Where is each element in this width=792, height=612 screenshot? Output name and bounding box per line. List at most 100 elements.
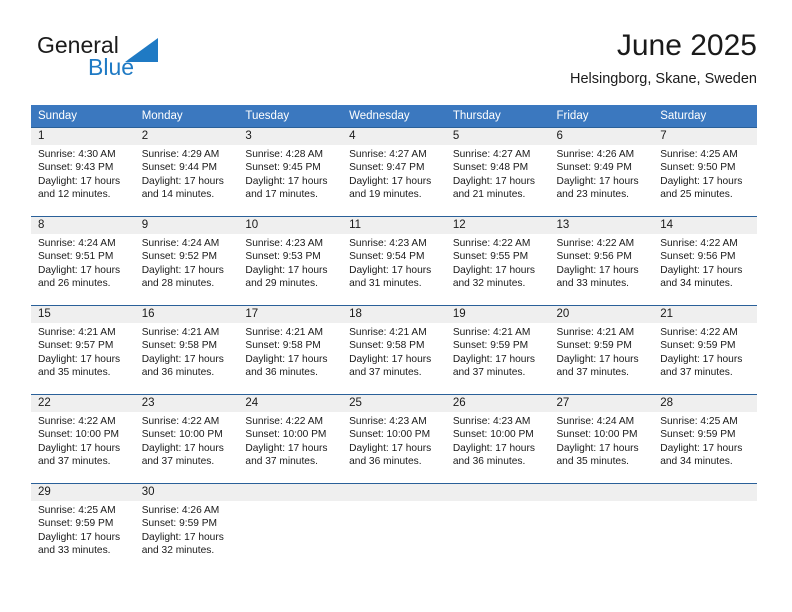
calendar-cell: 2 Sunrise: 4:29 AM Sunset: 9:44 PM Daylight… <box>134 127 239 216</box>
daylight-text: Daylight: 17 hours and 33 minutes. <box>38 531 121 556</box>
day-cell[interactable]: 6 Sunrise: 4:26 AM Sunset: 9:49 PM Daylight… <box>549 127 654 216</box>
day-cell[interactable]: 20 Sunrise: 4:21 AM Sunset: 9:59 PM Dayligh… <box>549 305 654 394</box>
day-cell[interactable]: 16 Sunrise: 4:21 AM Sunset: 9:58 PM Dayligh… <box>134 305 239 394</box>
day-cell[interactable]: 1 Sunrise: 4:30 AM Sunset: 9:43 PM Daylight… <box>31 127 135 216</box>
sunset-text: Sunset: 9:59 PM <box>38 518 114 530</box>
day-number: 23 <box>134 395 239 412</box>
sunset-text: Sunset: 10:00 PM <box>452 429 534 441</box>
calendar-cell: 9 Sunrise: 4:24 AM Sunset: 9:52 PM Daylight… <box>134 216 239 305</box>
sunrise-text: Sunrise: 4:29 AM <box>141 149 220 160</box>
day-number <box>342 484 446 501</box>
calendar-cell: 1 Sunrise: 4:30 AM Sunset: 9:43 PM Daylight… <box>31 127 135 216</box>
day-cell[interactable]: 13 Sunrise: 4:22 AM Sunset: 9:56 PM Dayligh… <box>549 216 654 305</box>
calendar-cell: 29 Sunrise: 4:25 AM Sunset: 9:59 PM Dayligh… <box>31 483 135 572</box>
day-cell[interactable]: 15 Sunrise: 4:21 AM Sunset: 9:57 PM Dayligh… <box>31 305 135 394</box>
day-cell[interactable]: 10 Sunrise: 4:23 AM Sunset: 9:53 PM Dayligh… <box>238 216 343 305</box>
day-cell[interactable]: 4 Sunrise: 4:27 AM Sunset: 9:47 PM Daylight… <box>342 127 446 216</box>
day-number: 19 <box>445 306 550 323</box>
sunset-text: Sunset: 9:59 PM <box>452 340 529 352</box>
calendar-cell: 14 Sunrise: 4:22 AM Sunset: 9:56 PM Dayligh… <box>653 216 757 305</box>
day-details: Sunrise: 4:22 AM Sunset: 9:56 PM Daylight:… <box>550 234 654 290</box>
day-details: Sunrise: 4:22 AM Sunset: 9:55 PM Daylight:… <box>446 234 550 290</box>
calendar-header-row: Sunday Monday Tuesday Wednesday Thursday… <box>31 105 757 127</box>
day-details: Sunrise: 4:23 AM Sunset: 10:00 PM Daylight… <box>342 412 446 468</box>
sunset-text: Sunset: 9:43 PM <box>38 162 114 174</box>
day-number: 2 <box>134 128 239 145</box>
day-number: 27 <box>549 395 654 412</box>
sunset-text: Sunset: 9:58 PM <box>245 340 321 352</box>
day-cell[interactable]: 18 Sunrise: 4:21 AM Sunset: 9:58 PM Dayligh… <box>342 305 446 394</box>
day-number: 26 <box>445 395 550 412</box>
calendar-cell: 30 Sunrise: 4:26 AM Sunset: 9:59 PM Dayligh… <box>134 483 239 572</box>
day-cell[interactable]: 9 Sunrise: 4:24 AM Sunset: 9:52 PM Daylight… <box>134 216 239 305</box>
day-cell[interactable]: 27 Sunrise: 4:24 AM Sunset: 10:00 PM Daylig… <box>549 394 654 483</box>
day-details: Sunrise: 4:21 AM Sunset: 9:58 PM Daylight:… <box>342 323 446 379</box>
day-number: 7 <box>653 128 757 145</box>
weekday-header-sunday: Sunday <box>31 105 135 127</box>
day-number: 13 <box>549 217 654 234</box>
day-cell-empty <box>238 483 343 572</box>
day-details: Sunrise: 4:22 AM Sunset: 9:59 PM Daylight:… <box>653 323 757 379</box>
daylight-text: Daylight: 17 hours and 35 minutes. <box>38 353 121 378</box>
day-cell-empty <box>549 483 654 572</box>
day-cell[interactable]: 25 Sunrise: 4:23 AM Sunset: 10:00 PM Daylig… <box>342 394 446 483</box>
calendar-body: 1 Sunrise: 4:30 AM Sunset: 9:43 PM Daylight… <box>31 127 757 572</box>
day-number <box>653 484 757 501</box>
sunset-text: Sunset: 9:53 PM <box>245 251 321 263</box>
day-cell[interactable]: 29 Sunrise: 4:25 AM Sunset: 9:59 PM Dayligh… <box>31 483 135 572</box>
sunrise-text: Sunrise: 4:26 AM <box>556 149 635 160</box>
day-cell[interactable]: 8 Sunrise: 4:24 AM Sunset: 9:51 PM Daylight… <box>31 216 135 305</box>
day-number: 4 <box>342 128 446 145</box>
day-number: 9 <box>134 217 239 234</box>
day-number: 6 <box>549 128 654 145</box>
sunset-text: Sunset: 9:59 PM <box>660 429 736 441</box>
sunrise-text: Sunrise: 4:23 AM <box>349 416 427 427</box>
day-details: Sunrise: 4:21 AM Sunset: 9:58 PM Daylight:… <box>238 323 342 379</box>
day-cell[interactable]: 3 Sunrise: 4:28 AM Sunset: 9:45 PM Daylight… <box>238 127 343 216</box>
day-cell[interactable]: 28 Sunrise: 4:25 AM Sunset: 9:59 PM Dayligh… <box>653 394 757 483</box>
daylight-text: Daylight: 17 hours and 26 minutes. <box>38 264 121 289</box>
sunset-text: Sunset: 9:55 PM <box>452 251 529 263</box>
daylight-text: Daylight: 17 hours and 21 minutes. <box>452 175 535 200</box>
day-cell[interactable]: 24 Sunrise: 4:22 AM Sunset: 10:00 PM Daylig… <box>238 394 343 483</box>
brand-logo[interactable]: General Blue <box>31 28 261 92</box>
day-number: 20 <box>549 306 654 323</box>
daylight-text: Daylight: 17 hours and 19 minutes. <box>349 175 432 200</box>
day-cell[interactable]: 22 Sunrise: 4:22 AM Sunset: 10:00 PM Daylig… <box>31 394 135 483</box>
sunset-text: Sunset: 9:48 PM <box>452 162 529 174</box>
sunrise-text: Sunrise: 4:22 AM <box>245 416 323 427</box>
day-cell[interactable]: 5 Sunrise: 4:27 AM Sunset: 9:48 PM Daylight… <box>445 127 550 216</box>
daylight-text: Daylight: 17 hours and 37 minutes. <box>349 353 432 378</box>
calendar-cell <box>653 483 757 572</box>
day-details: Sunrise: 4:24 AM Sunset: 10:00 PM Daylight… <box>550 412 654 468</box>
calendar-cell: 13 Sunrise: 4:22 AM Sunset: 9:56 PM Dayligh… <box>549 216 654 305</box>
day-number: 11 <box>342 217 446 234</box>
day-cell[interactable]: 17 Sunrise: 4:21 AM Sunset: 9:58 PM Dayligh… <box>238 305 343 394</box>
day-number: 24 <box>238 395 343 412</box>
sunrise-text: Sunrise: 4:25 AM <box>660 416 738 427</box>
day-cell[interactable]: 2 Sunrise: 4:29 AM Sunset: 9:44 PM Daylight… <box>134 127 239 216</box>
day-cell[interactable]: 21 Sunrise: 4:22 AM Sunset: 9:59 PM Dayligh… <box>653 305 757 394</box>
calendar-cell <box>342 483 446 572</box>
location-subtitle: Helsingborg, Skane, Sweden <box>569 71 757 87</box>
calendar-week-row: 15 Sunrise: 4:21 AM Sunset: 9:57 PM Dayligh… <box>31 305 757 394</box>
calendar-cell: 20 Sunrise: 4:21 AM Sunset: 9:59 PM Dayligh… <box>549 305 654 394</box>
day-cell[interactable]: 19 Sunrise: 4:21 AM Sunset: 9:59 PM Dayligh… <box>445 305 550 394</box>
day-cell[interactable]: 30 Sunrise: 4:26 AM Sunset: 9:59 PM Dayligh… <box>134 483 239 572</box>
day-cell[interactable]: 7 Sunrise: 4:25 AM Sunset: 9:50 PM Daylight… <box>653 127 757 216</box>
day-cell[interactable]: 12 Sunrise: 4:22 AM Sunset: 9:55 PM Dayligh… <box>445 216 550 305</box>
sunset-text: Sunset: 10:00 PM <box>556 429 638 441</box>
day-cell[interactable]: 14 Sunrise: 4:22 AM Sunset: 9:56 PM Dayligh… <box>653 216 757 305</box>
sunset-text: Sunset: 9:49 PM <box>556 162 632 174</box>
sunrise-text: Sunrise: 4:22 AM <box>556 238 635 249</box>
sunset-text: Sunset: 9:59 PM <box>660 340 736 352</box>
sunrise-text: Sunrise: 4:25 AM <box>38 505 116 516</box>
day-cell[interactable]: 26 Sunrise: 4:23 AM Sunset: 10:00 PM Daylig… <box>445 394 550 483</box>
day-cell[interactable]: 23 Sunrise: 4:22 AM Sunset: 10:00 PM Daylig… <box>134 394 239 483</box>
sunset-text: Sunset: 9:44 PM <box>141 162 218 174</box>
day-number: 10 <box>238 217 343 234</box>
daylight-text: Daylight: 17 hours and 37 minutes. <box>141 442 224 467</box>
day-cell[interactable]: 11 Sunrise: 4:23 AM Sunset: 9:54 PM Dayligh… <box>342 216 446 305</box>
day-details: Sunrise: 4:25 AM Sunset: 9:59 PM Daylight:… <box>31 501 135 557</box>
sunset-text: Sunset: 10:00 PM <box>38 429 119 441</box>
